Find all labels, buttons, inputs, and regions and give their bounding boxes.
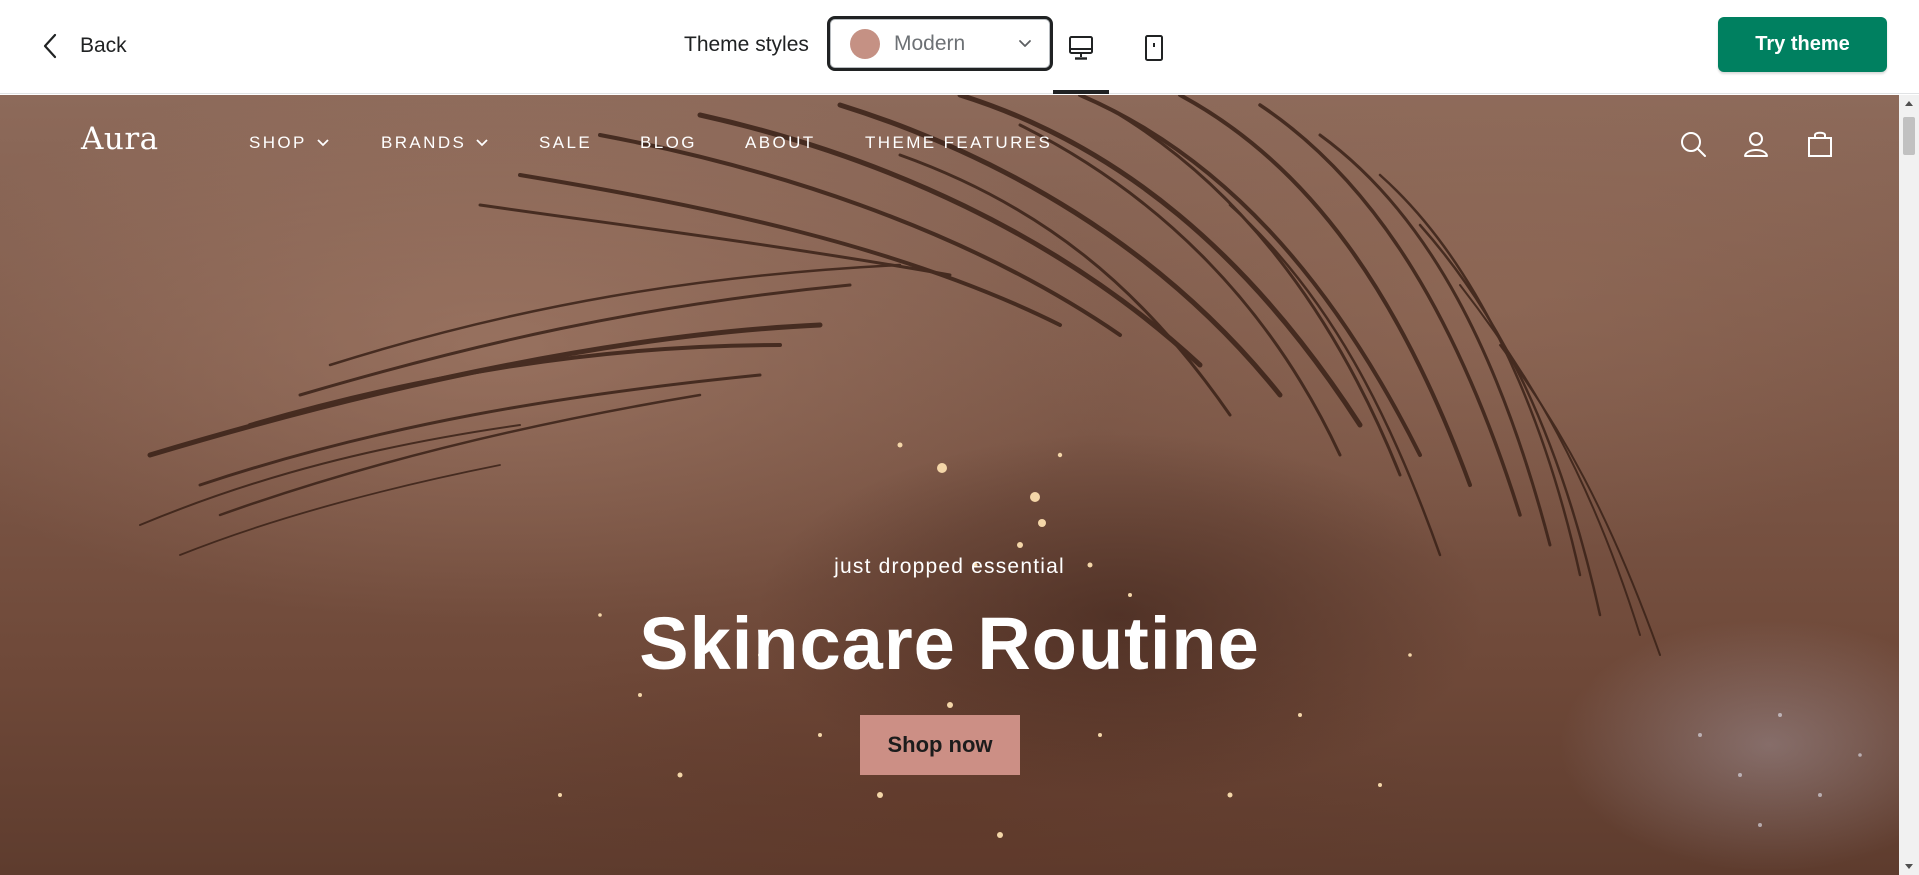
nav-item-label: BRANDS xyxy=(381,133,467,152)
preview-scrollbar[interactable] xyxy=(1899,95,1919,875)
nav-item-label: SHOP xyxy=(249,133,307,152)
scroll-down-arrow-icon[interactable] xyxy=(1899,857,1919,875)
store-preview: Aura SHOP BRANDS SALE BLOG ABOUT THEME F… xyxy=(0,95,1899,875)
preview-toolbar: Back Theme styles Modern Try theme xyxy=(0,0,1919,94)
store-logo[interactable]: Aura xyxy=(81,121,159,157)
mobile-view-button[interactable] xyxy=(1126,24,1182,94)
back-label: Back xyxy=(80,34,127,57)
scrollbar-thumb[interactable] xyxy=(1903,117,1915,155)
shop-now-button[interactable]: Shop now xyxy=(860,715,1020,775)
theme-styles-label: Theme styles xyxy=(684,33,809,56)
store-header: Aura SHOP BRANDS SALE BLOG ABOUT THEME F… xyxy=(0,95,1899,190)
nav-item-brands[interactable]: BRANDS xyxy=(381,133,488,153)
desktop-icon xyxy=(1069,36,1093,60)
back-button[interactable]: Back xyxy=(40,28,127,64)
account-icon[interactable] xyxy=(1741,129,1771,159)
nav-item-theme-features[interactable]: THEME FEATURES xyxy=(865,133,1052,153)
chevron-left-icon xyxy=(43,33,57,59)
mobile-icon xyxy=(1145,35,1163,61)
desktop-view-button[interactable] xyxy=(1053,24,1109,94)
cart-icon[interactable] xyxy=(1805,129,1835,159)
nav-item-sale[interactable]: SALE xyxy=(539,133,592,153)
nav-item-shop[interactable]: SHOP xyxy=(249,133,329,153)
active-device-indicator xyxy=(1053,90,1109,94)
nav-item-about[interactable]: ABOUT xyxy=(745,133,816,153)
nav-item-label: BLOG xyxy=(640,133,697,152)
chevron-down-icon xyxy=(317,139,329,147)
scroll-up-arrow-icon[interactable] xyxy=(1899,95,1919,113)
color-swatch xyxy=(850,28,880,59)
search-icon[interactable] xyxy=(1678,129,1708,159)
nav-item-blog[interactable]: BLOG xyxy=(640,133,697,153)
nav-item-label: SALE xyxy=(539,133,593,152)
hero-headline: Skincare Routine xyxy=(639,602,1260,685)
theme-style-value: Modern xyxy=(894,31,966,55)
theme-style-select[interactable]: Modern xyxy=(827,16,1053,71)
nav-item-label: ABOUT xyxy=(745,133,816,152)
chevron-down-icon xyxy=(476,139,488,147)
chevron-down-icon xyxy=(1019,40,1031,47)
nav-item-label: THEME FEATURES xyxy=(865,133,1053,152)
try-theme-button[interactable]: Try theme xyxy=(1718,17,1887,72)
hero-eyebrow-text: just dropped essential xyxy=(834,555,1065,578)
